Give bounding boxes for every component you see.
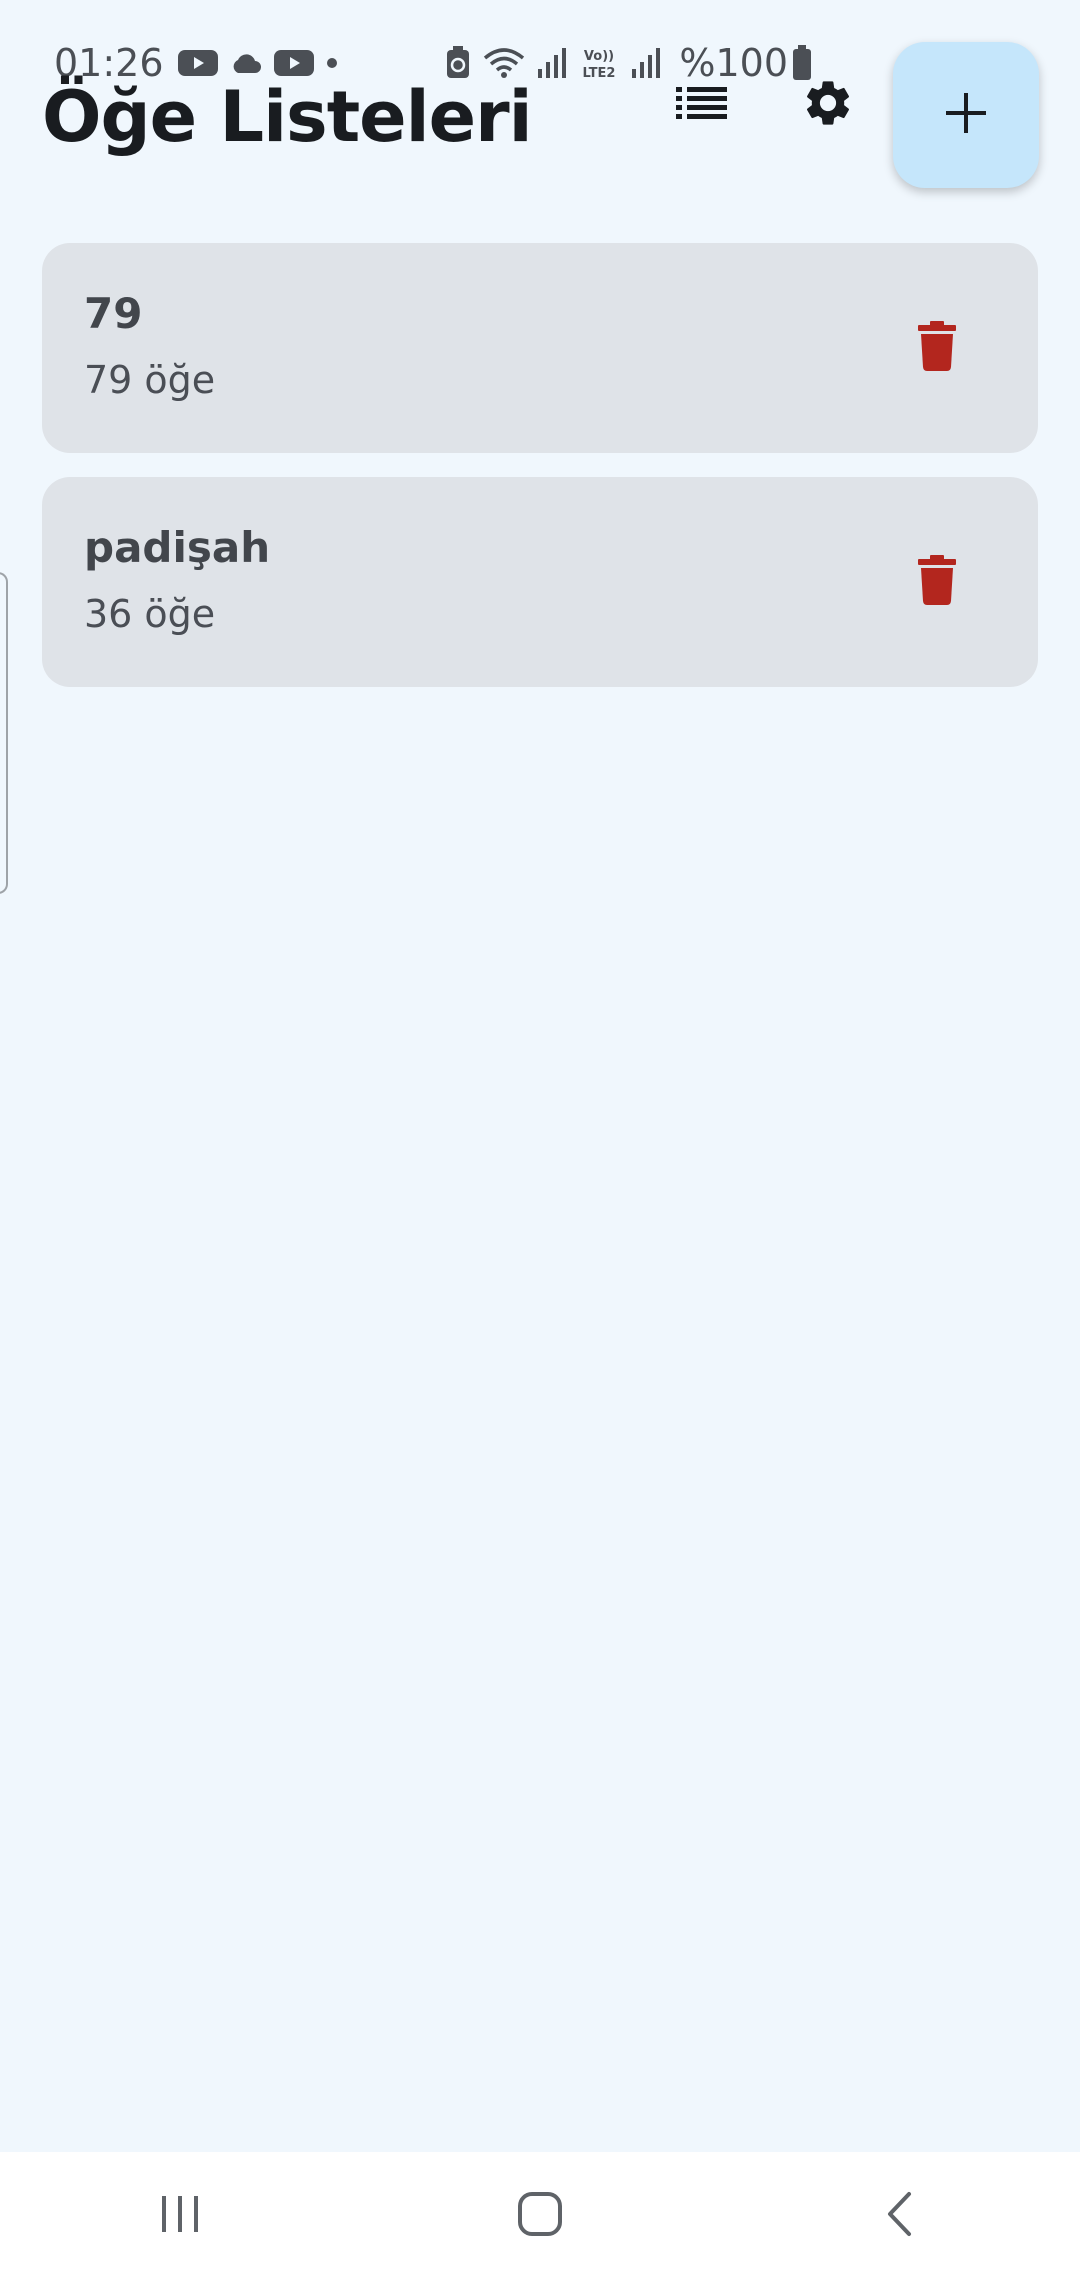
edge-panel-handle[interactable]	[0, 572, 8, 894]
list-item-count: 36 öğe	[84, 592, 216, 636]
cloud-icon	[230, 52, 262, 74]
list-item[interactable]: padişah 36 öğe	[42, 477, 1038, 687]
list-item[interactable]: 79 79 öğe	[42, 243, 1038, 453]
list-item-count: 79 öğe	[84, 358, 216, 402]
dot-icon	[326, 57, 338, 69]
home-icon	[517, 2191, 563, 2242]
recent-apps-icon	[158, 2194, 202, 2239]
list-name: 79	[84, 289, 143, 338]
page-title: Öğe Listeleri	[42, 76, 533, 158]
volte-lte2-icon: Vo)) LTE2	[579, 46, 619, 80]
svg-text:Vo)): Vo))	[584, 49, 614, 64]
delete-list-button[interactable]	[892, 537, 982, 627]
list-view-button[interactable]	[657, 60, 747, 150]
back-icon	[885, 2191, 915, 2242]
back-button[interactable]	[840, 2166, 960, 2266]
list-view-icon	[676, 86, 728, 125]
delete-list-button[interactable]	[892, 303, 982, 393]
add-list-button[interactable]	[893, 42, 1039, 188]
trash-icon	[917, 320, 957, 376]
gear-icon	[801, 76, 855, 135]
plus-icon	[944, 91, 988, 140]
home-button[interactable]	[480, 2166, 600, 2266]
signal-icon	[537, 47, 567, 79]
navigation-bar	[0, 2152, 1080, 2280]
trash-icon	[917, 554, 957, 610]
recent-apps-button[interactable]	[120, 2166, 240, 2266]
settings-button[interactable]	[783, 60, 873, 150]
list-name: padişah	[84, 523, 271, 572]
svg-text:LTE2: LTE2	[583, 66, 616, 80]
